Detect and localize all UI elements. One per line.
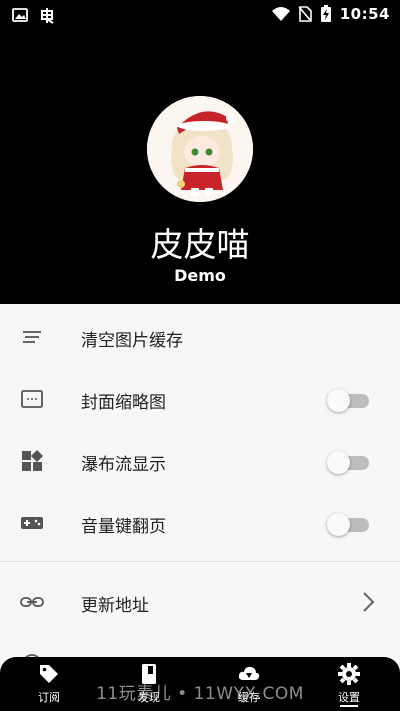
image-icon [12,8,28,22]
no-sim-icon [298,6,312,22]
profile-name: 皮皮喵 [150,225,250,264]
gamepad-icon [21,517,43,529]
settings-item-label: 更新地址 [81,596,149,616]
toggle-knob [327,389,350,412]
settings-item-volume-key-paging[interactable]: 音量键翻页 [0,492,400,554]
toggle-knob [327,451,350,474]
gear-icon [338,663,360,685]
status-bar: 10:54 [0,0,400,30]
settings-item-label: 音量键翻页 [81,517,166,537]
status-time: 10:54 [339,5,390,23]
settings-item-label: 清空图片缓存 [81,331,183,351]
bug-icon [41,8,54,24]
avatar-image [147,96,253,202]
volume-key-toggle[interactable] [327,513,369,536]
settings-item-cover-thumbnail[interactable]: 封面缩略图 [0,368,400,430]
waterfall-grid-icon [22,450,43,471]
active-tab-indicator [340,705,358,707]
battery-charging-icon [320,5,331,22]
profile-header: 皮皮喵 Demo [0,30,400,304]
tag-icon [40,665,58,683]
waterfall-toggle[interactable] [327,451,369,474]
bottom-nav: 订阅 发现 缓存 设置 [0,657,400,711]
nav-item-cache[interactable]: 缓存 [219,663,279,707]
clear-list-icon [23,331,41,343]
settings-item-label: 瀑布流显示 [81,455,166,475]
cover-thumbnail-toggle[interactable] [327,389,369,412]
status-right: 10:54 [271,5,390,23]
settings-item-label: 封面缩略图 [81,393,166,413]
settings-list: 清空图片缓存 封面缩略图 瀑布流显示 音量键翻页 更新地址 [0,304,400,711]
status-left [12,6,56,24]
nav-label: 发现 [138,691,160,704]
thumbnail-icon [21,390,43,408]
nav-item-discover[interactable]: 发现 [119,663,179,707]
chevron-right-icon [363,592,375,612]
cloud-download-icon [238,666,260,680]
settings-item-waterfall[interactable]: 瀑布流显示 [0,430,400,492]
nav-label: 订阅 [38,691,60,704]
toggle-knob [327,513,350,536]
wifi-icon [271,7,290,21]
avatar[interactable] [147,96,253,202]
link-icon [20,597,44,607]
settings-item-update-url[interactable]: 更新地址 [0,571,400,633]
settings-item-clear-cache[interactable]: 清空图片缓存 [0,306,400,368]
nav-item-subscribe[interactable]: 订阅 [19,663,79,707]
profile-id: Demo [174,266,226,285]
book-icon [142,664,156,684]
nav-item-settings[interactable]: 设置 [319,663,379,707]
nav-label: 设置 [338,691,360,704]
divider [0,561,400,562]
nav-label: 缓存 [238,691,260,704]
